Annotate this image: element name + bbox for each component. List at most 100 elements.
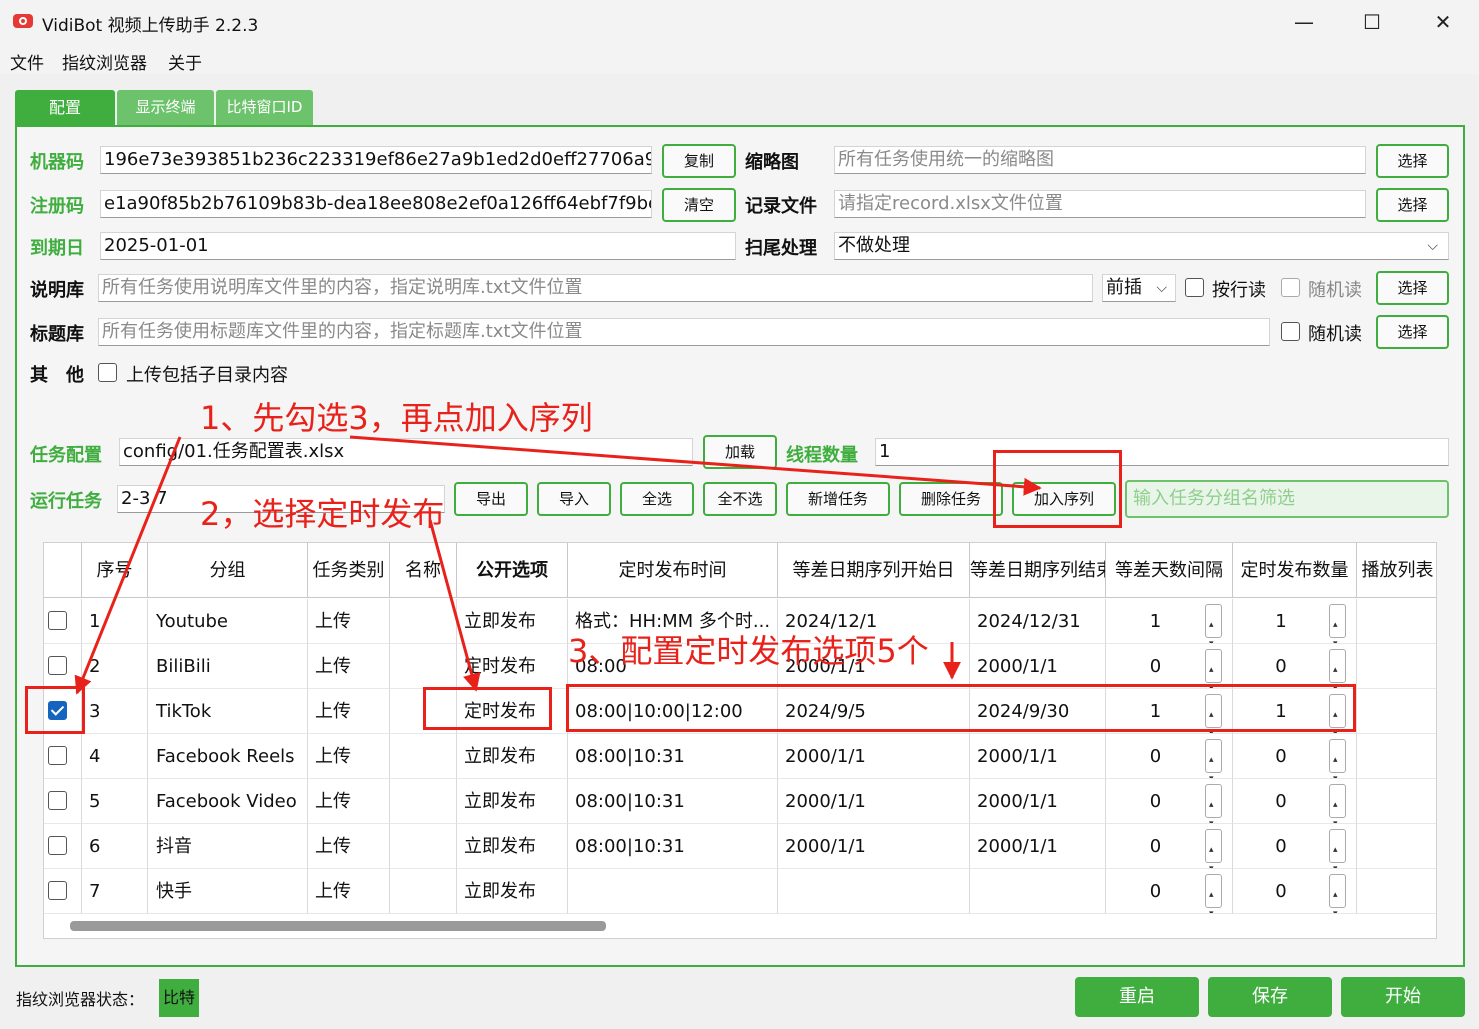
interval-spinner[interactable] bbox=[1205, 603, 1222, 643]
no-cell[interactable]: 6 bbox=[82, 824, 148, 869]
desc-lib-field[interactable]: 所有任务使用说明库文件里的内容，指定说明库.txt文件位置 bbox=[98, 274, 1093, 302]
count-cell[interactable]: 1 bbox=[1233, 599, 1357, 644]
tail-processing-select[interactable]: 不做处理 ⌵ bbox=[834, 232, 1449, 260]
import-button[interactable]: 导入 bbox=[537, 482, 611, 516]
restart-button[interactable]: 重启 bbox=[1075, 977, 1199, 1017]
count-spinner[interactable] bbox=[1329, 783, 1346, 823]
playlist-cell[interactable] bbox=[1357, 599, 1436, 644]
load-button[interactable]: 加载 bbox=[703, 435, 777, 469]
no-cell[interactable]: 5 bbox=[82, 779, 148, 824]
close-button[interactable]: ✕ bbox=[1423, 8, 1463, 36]
count-spinner[interactable] bbox=[1329, 603, 1346, 643]
maximize-button[interactable]: ☐ bbox=[1352, 8, 1392, 36]
row-checkbox[interactable] bbox=[48, 836, 67, 855]
header-playlist[interactable]: 播放列表 bbox=[1357, 543, 1436, 598]
count-spinner[interactable] bbox=[1329, 828, 1346, 868]
start-cell[interactable]: 2000/1/1 bbox=[778, 824, 970, 869]
row-checkbox[interactable] bbox=[48, 656, 67, 675]
count-spinner[interactable] bbox=[1329, 648, 1346, 688]
save-button[interactable]: 保存 bbox=[1208, 977, 1332, 1017]
count-cell[interactable]: 0 bbox=[1233, 869, 1357, 914]
playlist-cell[interactable] bbox=[1357, 869, 1436, 914]
group-filter-input[interactable]: 输入任务分组名筛选 bbox=[1125, 480, 1449, 518]
row-select-cell[interactable] bbox=[44, 779, 82, 824]
playlist-cell[interactable] bbox=[1357, 689, 1436, 734]
visibility-cell[interactable]: 定时发布 bbox=[457, 644, 568, 689]
export-button[interactable]: 导出 bbox=[454, 482, 528, 516]
select-all-button[interactable]: 全选 bbox=[620, 482, 694, 516]
group-cell[interactable]: 抖音 bbox=[148, 824, 308, 869]
machine-code-field[interactable]: 196e73e393851b236c223319ef86e27a9b1ed2d0… bbox=[100, 146, 652, 174]
row-select-cell[interactable] bbox=[44, 734, 82, 779]
select-none-button[interactable]: 全不选 bbox=[703, 482, 777, 516]
select-title-button[interactable]: 选择 bbox=[1376, 315, 1449, 349]
end-cell[interactable]: 2000/1/1 bbox=[970, 644, 1106, 689]
menu-file[interactable]: 文件 bbox=[10, 49, 44, 74]
header-task-type[interactable]: 任务类别 bbox=[308, 543, 390, 598]
row-checkbox[interactable] bbox=[48, 611, 67, 630]
task-config-field[interactable]: config/01.任务配置表.xlsx bbox=[119, 438, 693, 466]
select-thumbnail-button[interactable]: 选择 bbox=[1376, 144, 1449, 178]
no-cell[interactable]: 2 bbox=[82, 644, 148, 689]
time-cell[interactable]: 08:00|10:31 bbox=[568, 734, 778, 779]
interval-spinner[interactable] bbox=[1205, 873, 1222, 913]
thumbnail-field[interactable]: 所有任务使用统一的缩略图 bbox=[834, 146, 1366, 174]
type-cell[interactable]: 上传 bbox=[308, 734, 390, 779]
start-button[interactable]: 开始 bbox=[1341, 977, 1465, 1017]
tab-config[interactable]: 配置 bbox=[15, 90, 115, 125]
type-cell[interactable]: 上传 bbox=[308, 824, 390, 869]
playlist-cell[interactable] bbox=[1357, 824, 1436, 869]
group-cell[interactable]: 快手 bbox=[148, 869, 308, 914]
count-cell[interactable]: 0 bbox=[1233, 644, 1357, 689]
subdir-checkbox[interactable] bbox=[98, 363, 117, 382]
copy-button[interactable]: 复制 bbox=[662, 144, 736, 178]
interval-spinner[interactable] bbox=[1205, 738, 1222, 778]
name-cell[interactable] bbox=[390, 599, 457, 644]
random-read-checkbox[interactable] bbox=[1281, 278, 1300, 297]
name-cell[interactable] bbox=[390, 779, 457, 824]
insert-mode-select[interactable]: 前插 ⌵ bbox=[1102, 274, 1176, 302]
table-horizontal-scrollbar[interactable] bbox=[70, 921, 606, 931]
group-cell[interactable]: BiliBili bbox=[148, 644, 308, 689]
header-name[interactable]: 名称 bbox=[390, 543, 457, 598]
select-desc-button[interactable]: 选择 bbox=[1376, 271, 1449, 305]
type-cell[interactable]: 上传 bbox=[308, 689, 390, 734]
header-visibility[interactable]: 公开选项 bbox=[457, 543, 568, 598]
row-checkbox[interactable] bbox=[48, 746, 67, 765]
visibility-cell[interactable]: 立即发布 bbox=[457, 779, 568, 824]
visibility-cell[interactable]: 立即发布 bbox=[457, 599, 568, 644]
start-cell[interactable]: 2000/1/1 bbox=[778, 734, 970, 779]
interval-cell[interactable]: 1 bbox=[1106, 599, 1233, 644]
record-file-field[interactable]: 请指定record.xlsx文件位置 bbox=[834, 190, 1366, 218]
start-cell[interactable] bbox=[778, 869, 970, 914]
interval-spinner[interactable] bbox=[1205, 783, 1222, 823]
no-cell[interactable]: 1 bbox=[82, 599, 148, 644]
row-checkbox[interactable] bbox=[48, 791, 67, 810]
interval-cell[interactable]: 0 bbox=[1106, 869, 1233, 914]
thread-count-field[interactable]: 1 bbox=[875, 438, 1449, 466]
interval-spinner[interactable] bbox=[1205, 648, 1222, 688]
no-cell[interactable]: 4 bbox=[82, 734, 148, 779]
interval-cell[interactable]: 0 bbox=[1106, 824, 1233, 869]
count-cell[interactable]: 0 bbox=[1233, 734, 1357, 779]
type-cell[interactable]: 上传 bbox=[308, 599, 390, 644]
row-checkbox[interactable] bbox=[48, 881, 67, 900]
visibility-cell[interactable]: 立即发布 bbox=[457, 869, 568, 914]
header-day-interval[interactable]: 等差天数间隔 bbox=[1106, 543, 1233, 598]
title-lib-field[interactable]: 所有任务使用标题库文件里的内容，指定标题库.txt文件位置 bbox=[98, 318, 1270, 346]
visibility-cell[interactable]: 立即发布 bbox=[457, 734, 568, 779]
end-cell[interactable]: 2000/1/1 bbox=[970, 824, 1106, 869]
type-cell[interactable]: 上传 bbox=[308, 869, 390, 914]
interval-cell[interactable]: 0 bbox=[1106, 779, 1233, 824]
name-cell[interactable] bbox=[390, 824, 457, 869]
playlist-cell[interactable] bbox=[1357, 779, 1436, 824]
name-cell[interactable] bbox=[390, 869, 457, 914]
name-cell[interactable] bbox=[390, 644, 457, 689]
name-cell[interactable] bbox=[390, 734, 457, 779]
playlist-cell[interactable] bbox=[1357, 734, 1436, 779]
add-task-button[interactable]: 新增任务 bbox=[786, 482, 890, 516]
row-select-cell[interactable] bbox=[44, 869, 82, 914]
header-seq-start[interactable]: 等差日期序列开始日 bbox=[778, 543, 970, 598]
reg-code-field[interactable]: e1a90f85b2b76109b83b-dea18ee808e2ef0a126… bbox=[100, 190, 652, 218]
expire-date-field[interactable]: 2025-01-01 bbox=[100, 232, 736, 260]
